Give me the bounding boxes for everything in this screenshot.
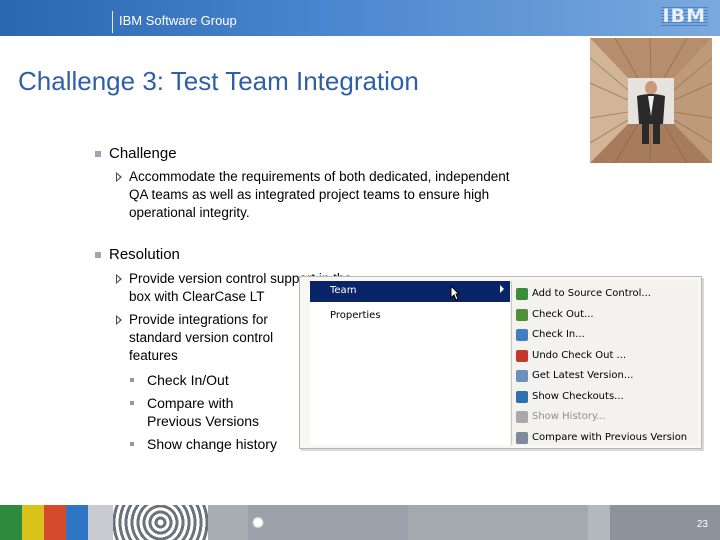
challenge-heading: Challenge <box>95 145 177 162</box>
submenu-check-out[interactable]: Check Out... <box>516 306 696 326</box>
submenu-get-latest-version[interactable]: Get Latest Version... <box>516 367 696 387</box>
check-in-icon <box>516 329 528 341</box>
footer-tile <box>408 505 588 540</box>
undo-check-out-icon <box>516 350 528 362</box>
footer-tile <box>88 505 113 540</box>
resolution-item-2: Provide integrations for standard versio… <box>116 311 299 365</box>
footer-tile <box>208 505 248 540</box>
get-latest-icon <box>516 370 528 382</box>
resolution-heading-text: Resolution <box>109 246 180 263</box>
footer-tile <box>113 505 208 540</box>
footer-tile <box>588 505 610 540</box>
sub-bullet-square <box>130 442 134 446</box>
header-divider <box>112 11 113 33</box>
sub-item-check-in-out: Check In/Out <box>130 371 229 389</box>
footer-tile <box>22 505 44 540</box>
mouse-cursor-icon <box>450 285 460 301</box>
challenge-heading-text: Challenge <box>109 145 177 162</box>
submenu-show-history: Show History... <box>516 408 696 428</box>
context-menu-screenshot: Team Properties Add to Source Control...… <box>299 276 702 449</box>
page-number: 23 <box>696 519 708 530</box>
resolution-item-text: Provide integrations for standard versio… <box>129 312 274 363</box>
sub-bullet-square <box>130 378 134 382</box>
submenu-label: Add to Source Control... <box>532 288 651 299</box>
footer-tile <box>66 505 88 540</box>
sub-bullet-square <box>130 401 134 405</box>
arrow-bullet-icon <box>116 274 122 284</box>
menu-item-team-label: Team <box>330 285 357 296</box>
challenge-item: Accommodate the requirements of both ded… <box>116 168 519 222</box>
submenu-label: Check In... <box>532 329 585 340</box>
show-history-icon <box>516 411 528 423</box>
arrow-bullet-icon <box>116 172 122 182</box>
menu-item-properties[interactable]: Properties <box>330 310 381 321</box>
bullet-square <box>95 252 101 259</box>
submenu-undo-check-out[interactable]: Undo Check Out ... <box>516 347 696 367</box>
footer-tile <box>268 505 408 540</box>
arrow-bullet-icon <box>116 315 122 325</box>
context-menu-main <box>310 281 510 445</box>
add-source-icon <box>516 288 528 300</box>
sub-item-text: Show change history <box>147 436 277 452</box>
menu-item-team[interactable]: Team <box>310 281 510 302</box>
team-submenu: Add to Source Control... Check Out... Ch… <box>511 281 698 445</box>
slide-title: Challenge 3: Test Team Integration <box>18 66 419 96</box>
submenu-label: Compare with Previous Version <box>532 432 688 443</box>
ibm-logo: IBM <box>660 5 708 27</box>
submenu-arrow-icon <box>500 285 504 293</box>
submenu-label: Show History... <box>532 411 606 422</box>
submenu-label: Get Latest Version... <box>532 370 634 381</box>
header-bar: IBM Software Group IBM <box>0 0 720 36</box>
sub-item-history: Show change history <box>130 435 277 453</box>
submenu-check-in[interactable]: Check In... <box>516 326 696 346</box>
footer-tile <box>44 505 66 540</box>
submenu-label: Check Out... <box>532 309 594 320</box>
submenu-label: Undo Check Out ... <box>532 350 627 361</box>
footer-tile <box>0 505 22 540</box>
check-out-icon <box>516 309 528 321</box>
submenu-label: Show Checkouts... <box>532 391 624 402</box>
resolution-heading: Resolution <box>95 246 180 263</box>
compare-icon <box>516 432 528 444</box>
sub-item-compare: Compare with Previous Versions <box>130 394 287 430</box>
bullet-square <box>95 151 101 158</box>
footer-tile <box>248 505 268 540</box>
footer-strip: 23 <box>0 505 720 540</box>
submenu-compare-previous[interactable]: Compare with Previous Version <box>516 429 696 449</box>
show-checkouts-icon <box>516 391 528 403</box>
corridor-illustration <box>590 38 712 163</box>
software-group-label: IBM Software Group <box>119 13 237 28</box>
sub-item-text: Check In/Out <box>147 372 229 388</box>
submenu-show-checkouts[interactable]: Show Checkouts... <box>516 388 696 408</box>
submenu-add-to-source-control[interactable]: Add to Source Control... <box>516 285 696 305</box>
challenge-item-text: Accommodate the requirements of both ded… <box>129 169 510 220</box>
sub-item-text: Compare with Previous Versions <box>147 395 260 429</box>
